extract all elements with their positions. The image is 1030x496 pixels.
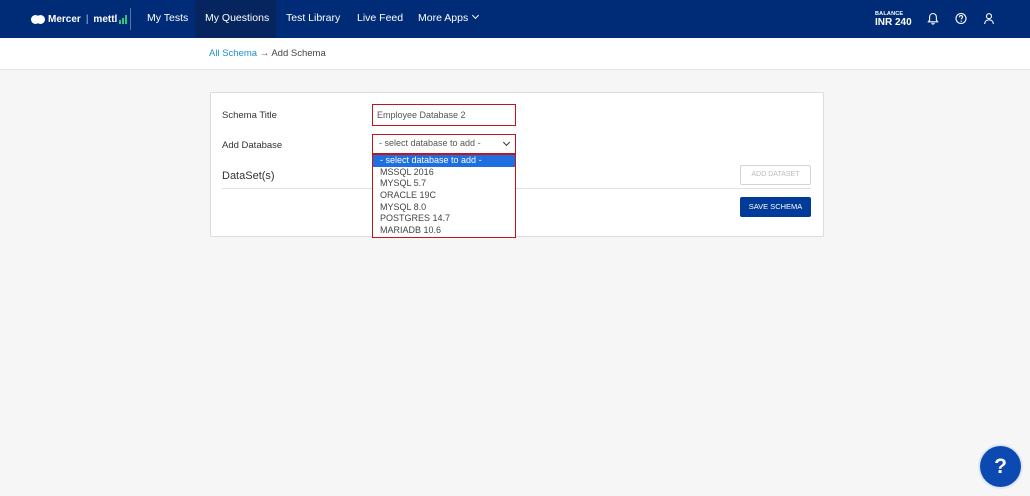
add-database-select[interactable]: - select database to add - bbox=[372, 134, 516, 154]
save-schema-button[interactable]: SAVE SCHEMA bbox=[740, 197, 811, 217]
balance-display: BALANCE INR 240 bbox=[875, 11, 912, 28]
breadcrumb-bar: All Schema → Add Schema bbox=[0, 38, 1030, 70]
schema-title-input[interactable] bbox=[372, 104, 516, 126]
dropdown-option[interactable]: - select database to add - bbox=[373, 155, 515, 167]
help-circle-icon[interactable] bbox=[955, 12, 967, 25]
help-chat-button[interactable]: ? bbox=[980, 446, 1021, 487]
database-dropdown-list: - select database to add - MSSQL 2016 MY… bbox=[372, 154, 516, 238]
breadcrumb-all-schema-link[interactable]: All Schema bbox=[209, 48, 257, 59]
nav-my-tests[interactable]: My Tests bbox=[147, 0, 188, 38]
nav-divider bbox=[130, 8, 131, 30]
nav-live-feed[interactable]: Live Feed bbox=[357, 0, 403, 38]
dropdown-option[interactable]: ORACLE 19C bbox=[373, 190, 515, 202]
mettl-bars-icon bbox=[119, 14, 128, 24]
schema-title-label: Schema Title bbox=[222, 110, 277, 121]
mercer-logo-icon bbox=[31, 14, 45, 24]
add-database-select-value: - select database to add - bbox=[379, 138, 481, 148]
add-dataset-button[interactable]: ADD DATASET bbox=[740, 165, 811, 185]
logo-separator: | bbox=[85, 13, 89, 25]
nav-my-questions[interactable]: My Questions bbox=[195, 0, 276, 38]
nav-test-library[interactable]: Test Library bbox=[286, 0, 340, 38]
datasets-divider bbox=[222, 188, 811, 189]
top-nav: Mercer | mettl My Tests My Questions Tes… bbox=[0, 0, 1030, 38]
nav-more-apps[interactable]: More Apps bbox=[418, 0, 480, 38]
breadcrumb-current: Add Schema bbox=[271, 48, 326, 59]
brand-name: Mercer bbox=[48, 13, 81, 25]
breadcrumb: All Schema → Add Schema bbox=[209, 48, 326, 59]
chevron-down-icon bbox=[472, 11, 480, 20]
balance-value: INR 240 bbox=[875, 17, 912, 28]
breadcrumb-arrow: → bbox=[259, 48, 270, 59]
dropdown-option[interactable]: MYSQL 5.7 bbox=[373, 178, 515, 190]
product-name: mettl bbox=[93, 13, 118, 25]
dropdown-option[interactable]: MSSQL 2016 bbox=[373, 167, 515, 179]
nav-more-apps-label: More Apps bbox=[418, 12, 469, 24]
dropdown-option[interactable]: MYSQL 8.0 bbox=[373, 202, 515, 214]
add-database-label: Add Database bbox=[222, 140, 283, 151]
schema-form-card bbox=[210, 92, 824, 237]
brand-logo[interactable]: Mercer | mettl bbox=[31, 12, 128, 26]
chevron-down-icon bbox=[502, 138, 511, 147]
dropdown-option[interactable]: MARIADB 10.6 bbox=[373, 225, 515, 237]
datasets-heading: DataSet(s) bbox=[222, 170, 275, 182]
bell-icon[interactable] bbox=[927, 12, 939, 25]
dropdown-option[interactable]: POSTGRES 14.7 bbox=[373, 213, 515, 225]
user-icon[interactable] bbox=[983, 12, 995, 25]
